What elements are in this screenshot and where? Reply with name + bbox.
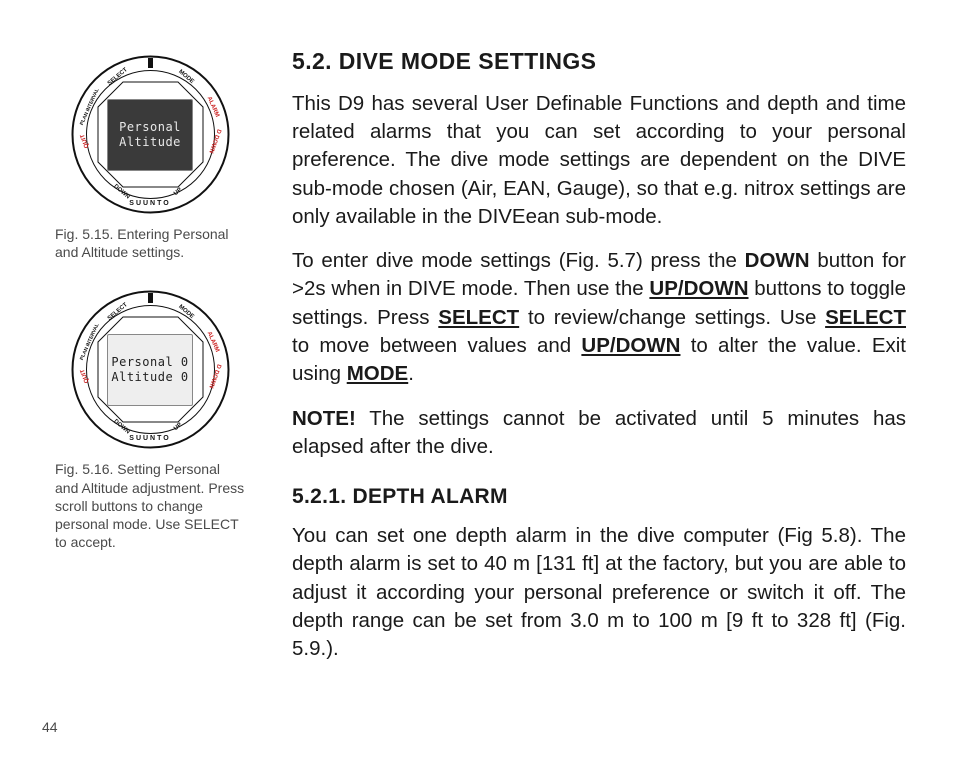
watch-screen-highlighted: Personal Altitude [107, 99, 193, 171]
paragraph-intro: This D9 has several User Definable Funct… [292, 90, 906, 231]
text-fragment: to move between values and [292, 334, 581, 357]
watch-illustration-1: SELECT MODE ALARM D DOWN QUIT PLAN INTER… [68, 52, 233, 217]
text-fragment: to review/change settings. Use [519, 306, 825, 329]
watch-screen-plain: Personal 0 Altitude 0 [107, 334, 193, 406]
watch-illustration-2: SELECT MODE ALARM D DOWN QUIT PLAN INTER… [68, 287, 233, 452]
screen-line-1: Personal [119, 120, 181, 134]
key-up-down: UP/DOWN [649, 277, 748, 300]
content-column: 5.2. DIVE MODE SETTINGS This D9 has seve… [292, 46, 906, 717]
key-select: SELECT [825, 306, 906, 329]
paragraph-note: NOTE! The settings cannot be activated u… [292, 405, 906, 462]
watch-brand: SUUNTO [129, 435, 170, 442]
key-up-down: UP/DOWN [581, 334, 680, 357]
key-mode: MODE [347, 362, 409, 385]
screen-line-2: Altitude 0 [111, 370, 188, 384]
figure-caption-5-15: Fig. 5.15. Entering Personal and Altitud… [55, 225, 245, 261]
page-number: 44 [42, 719, 58, 735]
figure-sidebar: SELECT MODE ALARM D DOWN QUIT PLAN INTER… [40, 46, 260, 717]
screen-line-1: Personal 0 [111, 355, 188, 369]
paragraph-depth-alarm: You can set one depth alarm in the dive … [292, 522, 906, 663]
figure-5-15: SELECT MODE ALARM D DOWN QUIT PLAN INTER… [55, 52, 245, 261]
watch-brand: SUUNTO [129, 200, 170, 207]
screen-line-2: Altitude [119, 135, 181, 149]
key-down: DOWN [745, 249, 810, 272]
note-text: The settings cannot be activated until 5… [292, 407, 906, 458]
figure-caption-5-16: Fig. 5.16. Setting Personal and Altitude… [55, 460, 245, 551]
page: SELECT MODE ALARM D DOWN QUIT PLAN INTER… [0, 0, 954, 757]
text-fragment: To enter dive mode settings (Fig. 5.7) p… [292, 249, 745, 272]
heading-5-2: 5.2. DIVE MODE SETTINGS [292, 46, 906, 78]
paragraph-instructions: To enter dive mode settings (Fig. 5.7) p… [292, 247, 906, 388]
heading-5-2-1: 5.2.1. DEPTH ALARM [292, 483, 906, 512]
note-label: NOTE! [292, 407, 356, 430]
key-select: SELECT [438, 306, 519, 329]
text-fragment: . [408, 362, 414, 385]
figure-5-16: SELECT MODE ALARM D DOWN QUIT PLAN INTER… [55, 287, 245, 551]
